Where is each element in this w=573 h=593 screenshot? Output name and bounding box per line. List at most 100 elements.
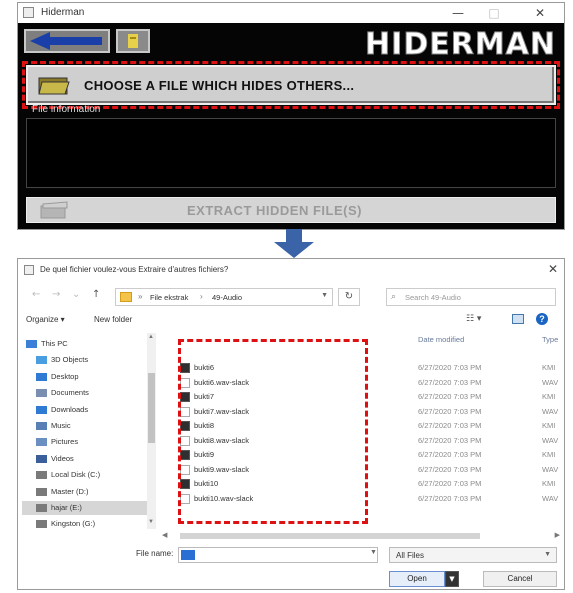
down-arrow-icon [274,229,314,258]
help-icon [128,34,138,48]
scrollbar-thumb[interactable] [148,373,155,443]
search-input[interactable]: ⌕ Search 49-Audio [386,288,556,306]
sidebar-item[interactable]: 3D Objects [22,353,156,367]
scrollbar-thumb[interactable] [180,533,480,539]
back-button[interactable] [24,29,110,53]
scroll-down-icon[interactable]: ▼ [148,519,154,525]
up-folder-button[interactable]: ↑ [92,289,100,300]
dialog-close-button[interactable]: ✕ [548,262,558,276]
column-headers: Date modified Type [160,333,564,347]
file-date: 6/27/2020 7:03 PM [418,464,482,474]
sidebar-item-label: 3D Objects [51,355,89,365]
sidebar-item[interactable]: Kingston (G:) [22,517,156,531]
command-bar: Organize ▾ New folder ☷ ▾ ? [18,312,564,330]
file-row[interactable]: bukti7.wav-slack 6/27/2020 7:03 PM WAV [160,405,564,419]
open-options-button[interactable]: ▼ [445,571,459,587]
file-row[interactable]: bukti9.wav-slack 6/27/2020 7:03 PM WAV [160,463,564,477]
executable-file-icon [180,479,190,489]
choose-file-highlight [22,61,560,109]
file-row[interactable]: bukti6.wav-slack 6/27/2020 7:03 PM WAV [160,376,564,390]
executable-file-icon [180,363,190,373]
scroll-up-icon[interactable]: ▲ [148,334,154,340]
column-date-modified[interactable]: Date modified [418,335,464,344]
preview-pane-icon[interactable] [512,314,524,324]
file-name: bukti10.wav-slack [194,493,254,503]
file-date: 6/27/2020 7:03 PM [418,363,482,372]
sidebar-item[interactable]: Desktop [22,370,156,384]
breadcrumb-item[interactable]: File ekstrak [150,293,188,302]
hiderman-titlebar: Hiderman — □ ✕ [18,3,564,23]
nav-pane-scrollbar[interactable]: ▲ ▼ [147,333,156,529]
dialog-buttons: Open ▼ Cancel [18,569,564,589]
3d-objects-icon [36,356,47,365]
new-folder-button[interactable]: New folder [94,315,132,324]
sidebar-item-label: Music [51,421,71,430]
sidebar-item[interactable]: Local Disk (C:) [22,468,156,482]
hiderman-window: Hiderman — □ ✕ HIDERMAN CHOOSE A FILE WH… [17,2,565,230]
sidebar-item-label: This PC [41,339,68,348]
organize-menu[interactable]: Organize ▾ [26,315,65,324]
recent-locations-button[interactable]: ⌄ [72,289,80,300]
back-nav-button[interactable]: ← [32,289,40,300]
file-row[interactable]: bukti7 6/27/2020 7:03 PM KMI [160,390,564,404]
view-options-button[interactable]: ☷ ▾ [466,314,481,324]
chevron-down-icon[interactable]: ▼ [321,292,328,299]
brand-title: HIDERMAN [365,27,556,63]
file-row[interactable]: bukti8.wav-slack 6/27/2020 7:03 PM WAV [160,434,564,448]
chevron-down-icon: ▼ [544,551,551,558]
sidebar-item[interactable]: Downloads [22,403,156,417]
dialog-app-icon [24,265,34,275]
app-icon [23,7,34,18]
cancel-button[interactable]: Cancel [483,571,557,587]
file-name: bukti7 [194,392,215,401]
sidebar-item[interactable]: Master (D:) [22,485,156,499]
document-file-icon [180,464,190,475]
sidebar-item-label: hajar (E:) [51,503,82,512]
open-button[interactable]: Open [389,571,445,587]
minimize-button[interactable]: — [442,4,474,22]
sidebar-item[interactable]: Videos [22,452,156,466]
horizontal-scrollbar[interactable]: ◀ ▶ [160,531,564,541]
scroll-left-icon[interactable]: ◀ [162,531,167,539]
breadcrumb-item[interactable]: 49-Audio [212,293,242,302]
videos-icon [36,454,47,463]
file-row[interactable]: bukti10.wav-slack 6/27/2020 7:03 PM WAV [160,492,564,506]
file-row[interactable]: bukti10 6/27/2020 7:03 PM KMI [160,477,564,491]
sidebar-item[interactable]: hajar (E:) [22,501,156,515]
search-placeholder: Search 49-Audio [405,293,461,302]
address-bar[interactable]: » File ekstrak › 49-Audio ▼ [115,288,333,306]
pc-icon [26,340,37,348]
filename-label: File name: [136,549,174,558]
help-icon[interactable]: ? [536,313,548,325]
filename-input[interactable] [178,547,378,563]
maximize-button[interactable]: □ [478,4,510,22]
file-row[interactable]: bukti8 6/27/2020 7:03 PM KMI [160,419,564,433]
refresh-button[interactable]: ↻ [338,288,360,306]
dialog-titlebar: De quel fichier voulez-vous Extraire d'a… [18,259,564,281]
scroll-right-icon[interactable]: ▶ [555,531,560,539]
close-button[interactable]: ✕ [524,4,556,22]
breadcrumb-separator: › [200,292,203,301]
file-type-filter[interactable]: All Files ▼ [389,547,557,563]
column-type[interactable]: Type [542,335,558,344]
help-button[interactable] [116,29,150,53]
file-date: 6/27/2020 7:03 PM [418,479,482,488]
extract-label: EXTRACT HIDDEN FILE(S) [187,203,362,218]
back-arrow-icon [30,32,102,50]
chevron-down-icon[interactable]: ▼ [370,549,377,556]
file-type: WAV [542,493,559,503]
sidebar-item[interactable]: Pictures [22,435,156,449]
sidebar-item[interactable]: This PC [22,337,156,351]
sidebar-item[interactable]: Documents [22,386,156,400]
hiderman-body: HIDERMAN CHOOSE A FILE WHICH HIDES OTHER… [18,23,564,229]
file-name: bukti6.wav-slack [194,377,250,387]
document-file-icon [180,435,190,446]
forward-nav-button[interactable]: → [52,289,60,300]
sidebar-item[interactable]: Music [22,419,156,433]
extract-hidden-files-button[interactable]: EXTRACT HIDDEN FILE(S) [26,197,556,223]
executable-file-icon [180,421,190,431]
file-row[interactable]: bukti9 6/27/2020 7:03 PM KMI [160,448,564,462]
executable-file-icon [180,450,190,460]
file-row[interactable]: bukti6 6/27/2020 7:03 PM KMI [160,361,564,375]
document-file-icon [180,493,190,504]
